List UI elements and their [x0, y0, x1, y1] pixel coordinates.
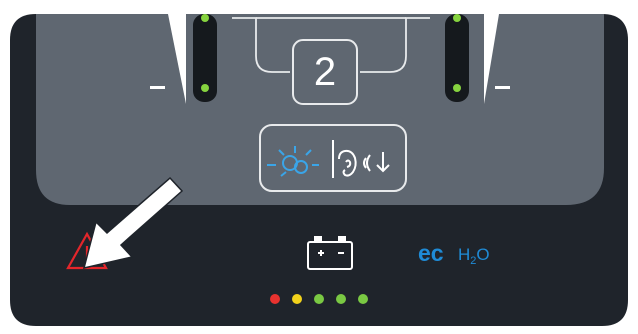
indicator-light-yellow: [292, 294, 302, 304]
left-top-led: [201, 14, 209, 22]
left-minus-icon[interactable]: [150, 86, 165, 89]
indicator-light-red: [270, 294, 280, 304]
h2o-o: O: [476, 245, 490, 264]
right-top-led: [453, 14, 461, 22]
indicator-light-green: [336, 294, 346, 304]
zone-number: 2: [313, 49, 337, 94]
indicator-light-green: [358, 294, 368, 304]
indicator-light-green: [314, 294, 324, 304]
h2o-subscript: 2: [470, 255, 477, 267]
right-minus-icon[interactable]: [495, 86, 510, 89]
ec-logo-text: ec: [418, 240, 444, 266]
h2o-h: H: [458, 245, 471, 264]
left-bottom-led: [201, 84, 209, 92]
h2o-logo-text: H2O: [458, 245, 490, 267]
right-bottom-led: [453, 84, 461, 92]
